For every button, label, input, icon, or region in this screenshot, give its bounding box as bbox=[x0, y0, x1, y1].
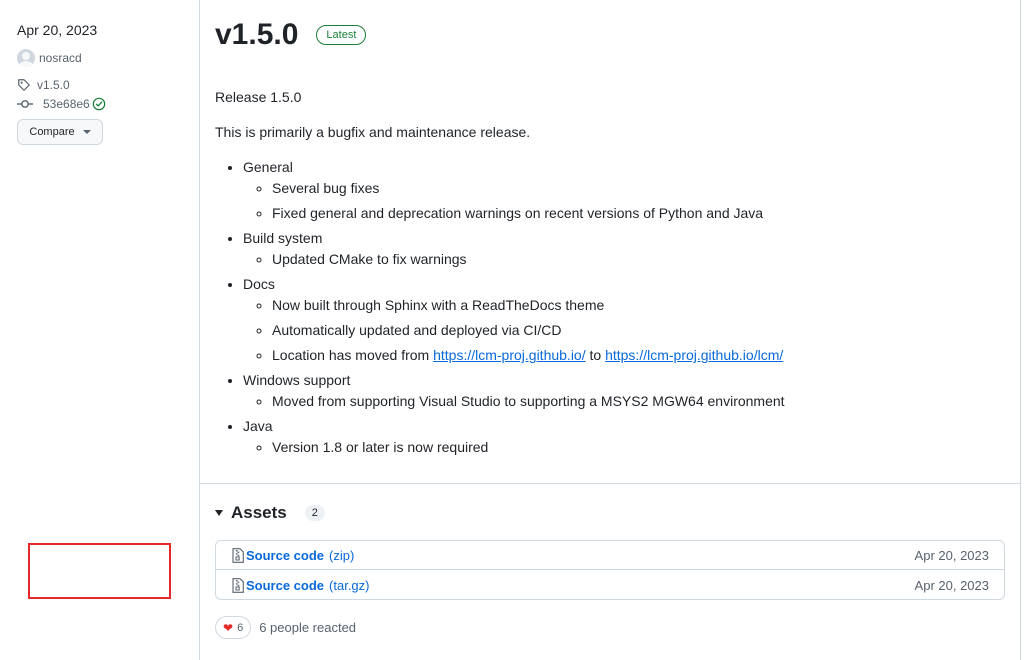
old-docs-link[interactable]: https://lcm-proj.github.io/ bbox=[433, 347, 586, 363]
list-item: Now built through Sphinx with a ReadTheD… bbox=[272, 295, 1005, 316]
author-name[interactable]: nosracd bbox=[39, 51, 82, 65]
list-item: Automatically updated and deployed via C… bbox=[272, 320, 1005, 341]
tag-link[interactable]: v1.5.0 bbox=[17, 77, 70, 93]
list-item: Build system Updated CMake to fix warnin… bbox=[243, 228, 1005, 270]
release-notes: General Several bug fixes Fixed general … bbox=[215, 157, 1005, 462]
assets-count-badge: 2 bbox=[304, 505, 325, 521]
list-item: Updated CMake to fix warnings bbox=[272, 249, 1005, 270]
list-item: Several bug fixes bbox=[272, 178, 1005, 199]
author-link[interactable]: nosracd bbox=[17, 49, 82, 67]
list-item: Windows support Moved from supporting Vi… bbox=[243, 370, 1005, 412]
reactions-bar: ❤ 6 6 people reacted bbox=[215, 616, 356, 639]
release-card: v1.5.0 Latest Release 1.5.0 This is prim… bbox=[199, 0, 1021, 660]
caret-down-icon bbox=[215, 510, 223, 516]
latest-badge: Latest bbox=[316, 25, 367, 45]
list-item: Fixed general and deprecation warnings o… bbox=[272, 203, 1005, 224]
avatar bbox=[17, 49, 35, 67]
list-item: Moved from supporting Visual Studio to s… bbox=[272, 391, 1005, 412]
asset-date: Apr 20, 2023 bbox=[914, 547, 989, 563]
file-zip-icon bbox=[232, 547, 244, 563]
compare-label: Compare bbox=[29, 126, 75, 138]
asset-date: Apr 20, 2023 bbox=[914, 578, 989, 593]
heart-count: 6 bbox=[237, 621, 244, 634]
list-item: Docs Now built through Sphinx with a Rea… bbox=[243, 274, 1005, 366]
list-item: Java Version 1.8 or later is now require… bbox=[243, 416, 1005, 458]
commit-hash[interactable]: 53e68e6 bbox=[43, 97, 90, 111]
commit-icon bbox=[17, 100, 33, 108]
source-code-targz-link[interactable]: Source code (tar.gz) bbox=[232, 578, 370, 593]
release-title[interactable]: v1.5.0 bbox=[215, 18, 298, 52]
chevron-down-icon bbox=[82, 130, 91, 134]
file-zip-icon bbox=[232, 578, 244, 593]
heart-reaction-button[interactable]: ❤ 6 bbox=[215, 616, 252, 639]
source-code-zip-link[interactable]: Source code (zip) bbox=[232, 548, 354, 563]
compare-button[interactable]: Compare bbox=[17, 119, 103, 145]
assets-title[interactable]: Assets bbox=[231, 503, 287, 523]
release-heading: Release 1.5.0 bbox=[215, 89, 302, 105]
release-summary: This is primarily a bugfix and maintenan… bbox=[215, 124, 531, 140]
heart-icon: ❤ bbox=[223, 620, 234, 635]
reactions-summary: 6 people reacted bbox=[259, 620, 357, 635]
divider bbox=[200, 483, 1020, 484]
list-item: General Several bug fixes Fixed general … bbox=[243, 157, 1005, 224]
release-header: v1.5.0 Latest bbox=[215, 18, 367, 52]
assets-toggle[interactable]: Assets 2 bbox=[215, 503, 325, 523]
release-date: Apr 20, 2023 bbox=[17, 22, 98, 38]
list-item: Location has moved from https://lcm-proj… bbox=[272, 345, 1005, 366]
verified-check-icon bbox=[92, 97, 106, 111]
commit-link[interactable]: 53e68e6 bbox=[17, 96, 106, 112]
assets-list: Source code (zip) Apr 20, 2023 Source co… bbox=[215, 540, 1005, 600]
release-sidebar: Apr 20, 2023 nosracd v1.5.0 53e68e6 Comp… bbox=[0, 0, 200, 646]
tag-icon bbox=[18, 79, 30, 91]
tag-label[interactable]: v1.5.0 bbox=[37, 78, 70, 92]
asset-row: Source code (tar.gz) Apr 20, 2023 bbox=[216, 571, 1004, 600]
asset-row: Source code (zip) Apr 20, 2023 bbox=[216, 541, 1004, 570]
new-docs-link[interactable]: https://lcm-proj.github.io/lcm/ bbox=[605, 347, 783, 363]
list-item: Version 1.8 or later is now required bbox=[272, 437, 1005, 458]
